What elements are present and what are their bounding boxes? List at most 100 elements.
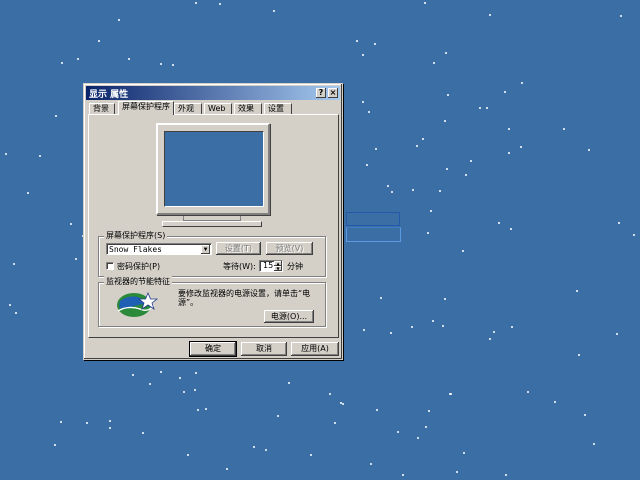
snowflake xyxy=(75,258,77,260)
snowflake xyxy=(444,298,446,300)
snowflake xyxy=(508,128,510,130)
snowflake xyxy=(425,426,427,428)
power-button[interactable]: 电源(O)... xyxy=(264,310,314,323)
snowflake xyxy=(422,138,424,140)
snowflake xyxy=(109,420,111,422)
snowflake xyxy=(520,146,522,148)
snowflake xyxy=(183,391,185,393)
snowflake xyxy=(60,421,62,423)
snowflake xyxy=(334,422,336,424)
snowflake xyxy=(470,160,472,162)
snowflake xyxy=(479,107,481,109)
wait-minutes-spinner[interactable]: 15 ▲ ▼ xyxy=(259,260,283,272)
monitor-screen xyxy=(164,131,264,207)
settings-button[interactable]: 设置(T) xyxy=(216,242,261,255)
snowflake xyxy=(447,94,449,96)
spin-down-icon[interactable]: ▼ xyxy=(274,266,282,271)
snowflake xyxy=(187,454,189,456)
energy-description: 要修改监视器的电源设置，请单击“电源”。 xyxy=(178,289,311,307)
snowflake xyxy=(489,14,491,16)
password-label: 密码保护(P) xyxy=(117,262,161,271)
snowflake xyxy=(13,263,15,265)
snowflake xyxy=(9,304,11,306)
snowflake xyxy=(70,223,72,225)
snowflake xyxy=(620,15,622,17)
snowflake xyxy=(342,403,344,405)
snowflake xyxy=(363,329,365,331)
snowflake xyxy=(616,333,618,335)
monitor-bezel xyxy=(156,123,270,215)
screensaver-select[interactable]: Snow Flakes ▼ xyxy=(106,243,212,255)
tab-settings[interactable]: 设置 xyxy=(264,103,292,114)
snowflake xyxy=(149,383,151,385)
snowflake xyxy=(450,393,452,395)
snowflake xyxy=(15,312,17,314)
snowflake xyxy=(374,43,376,45)
snowflake xyxy=(86,422,88,424)
snowflake xyxy=(428,410,430,412)
snowflake xyxy=(446,168,448,170)
snowflake xyxy=(356,40,358,42)
snowflake xyxy=(172,64,174,66)
snowflake xyxy=(380,297,382,299)
wait-label: 等待(W): xyxy=(223,262,256,271)
tab-web[interactable]: Web xyxy=(204,103,232,114)
title-bar[interactable]: 显示 属性 ? × xyxy=(86,86,340,100)
snowflake xyxy=(277,415,279,417)
snowflake xyxy=(194,389,196,391)
snowflake xyxy=(456,471,458,473)
dialog-title: 显示 属性 xyxy=(89,89,129,100)
close-button[interactable]: × xyxy=(328,88,338,98)
snowflake xyxy=(486,107,488,109)
snowflake xyxy=(226,468,228,470)
snowflake xyxy=(160,371,162,373)
snowflake xyxy=(5,153,7,155)
snowflake xyxy=(109,427,111,429)
snowflake xyxy=(578,354,580,356)
snowflake xyxy=(563,128,565,130)
energy-star-logo xyxy=(117,291,159,317)
desktop-selection-box xyxy=(346,212,400,226)
snowflake xyxy=(179,377,181,379)
snowflake xyxy=(397,431,399,433)
snowflake xyxy=(273,10,275,12)
snowflake xyxy=(588,149,590,151)
snowflake xyxy=(195,2,197,4)
snowflake xyxy=(128,58,130,60)
password-checkbox[interactable] xyxy=(106,262,114,270)
snowflake xyxy=(444,120,446,122)
snowflake xyxy=(493,331,495,333)
ok-button[interactable]: 确定 xyxy=(189,341,237,357)
tab-effects[interactable]: 效果 xyxy=(234,103,262,114)
snowflake xyxy=(489,338,491,340)
monitor-preview xyxy=(153,120,273,232)
snowflake xyxy=(510,228,512,230)
snowflake xyxy=(195,372,197,374)
snowflake xyxy=(633,234,635,236)
tab-appearance[interactable]: 外观 xyxy=(174,103,202,114)
energy-group-label: 监视器的节能特征 xyxy=(104,276,172,287)
spinner-buttons[interactable]: ▲ ▼ xyxy=(274,261,282,271)
tab-background[interactable]: 背景 xyxy=(89,103,115,114)
snowflake xyxy=(118,19,120,21)
snowflake xyxy=(593,443,595,445)
snowflake xyxy=(424,2,426,4)
snowflake xyxy=(197,409,199,411)
display-properties-dialog: 显示 属性 ? × 背景 屏幕保护程序 外观 Web 效果 设置 屏幕保护程序(… xyxy=(83,83,343,360)
snowflake xyxy=(142,432,144,434)
snowflake xyxy=(463,452,465,454)
wait-value: 15 xyxy=(263,261,274,270)
tab-screensaver[interactable]: 屏幕保护程序 xyxy=(118,101,174,115)
snowflake xyxy=(498,222,500,224)
apply-button[interactable]: 应用(A) xyxy=(291,342,339,356)
snowflake xyxy=(205,408,207,410)
screensaver-selected-value: Snow Flakes xyxy=(109,245,162,254)
snowflake xyxy=(584,414,586,416)
preview-button[interactable]: 预览(V) xyxy=(266,242,313,255)
cancel-button[interactable]: 取消 xyxy=(241,342,287,356)
chevron-down-icon[interactable]: ▼ xyxy=(201,245,210,254)
snowflake xyxy=(61,62,63,64)
help-button[interactable]: ? xyxy=(316,88,326,98)
snowflake xyxy=(442,325,444,327)
snowflake xyxy=(554,401,556,403)
